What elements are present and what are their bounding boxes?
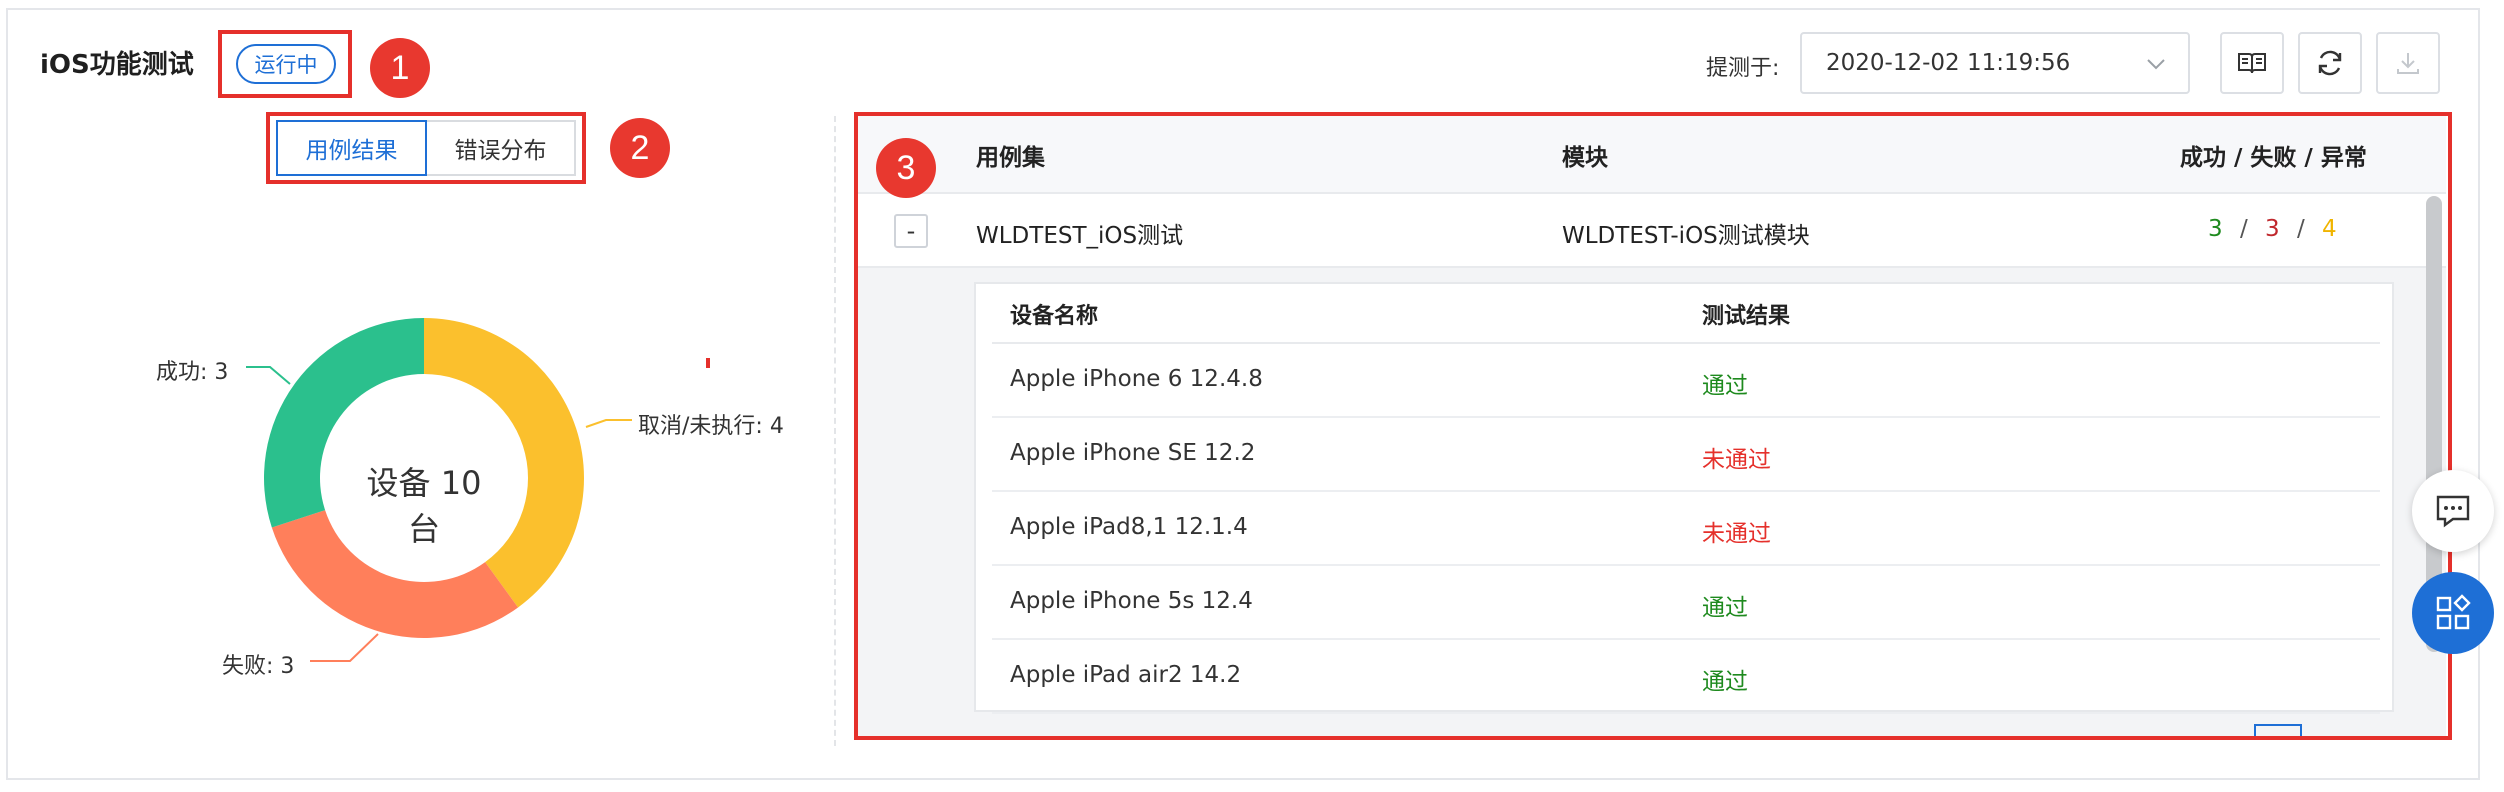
download-icon	[2397, 53, 2419, 74]
feedback-button[interactable]	[2412, 470, 2494, 552]
annotation-box-3	[854, 112, 2452, 740]
divider	[834, 116, 836, 746]
submission-time-select[interactable]: 2020-12-02 11:19:56	[1800, 32, 2190, 94]
book-icon	[2238, 53, 2266, 74]
leader-line-cancel	[585, 419, 632, 428]
annotation-badge-3: 3	[876, 138, 936, 198]
apps-icon	[2436, 594, 2471, 630]
apps-button[interactable]	[2412, 572, 2494, 654]
refresh-icon	[2318, 50, 2342, 76]
download-button[interactable]	[2376, 32, 2440, 94]
refresh-button[interactable]	[2298, 32, 2362, 94]
donut-chart	[246, 318, 710, 662]
legend-success: 成功: 3	[156, 360, 229, 385]
leader-line-fail	[310, 633, 379, 662]
leader-line-success	[246, 366, 291, 385]
legend-cancel: 取消/未执行: 4	[638, 414, 784, 439]
chevron-down-icon	[2147, 59, 2165, 70]
red-marker	[706, 358, 710, 368]
submission-time-value: 2020-12-02 11:19:56	[1826, 50, 2071, 76]
legend-fail: 失败: 3	[222, 654, 295, 679]
comment-icon	[2436, 495, 2470, 528]
submitted-label: 提测于:	[1706, 56, 1780, 81]
donut-center-label: 设备 10 台	[366, 464, 482, 548]
doc-button[interactable]	[2220, 32, 2284, 94]
